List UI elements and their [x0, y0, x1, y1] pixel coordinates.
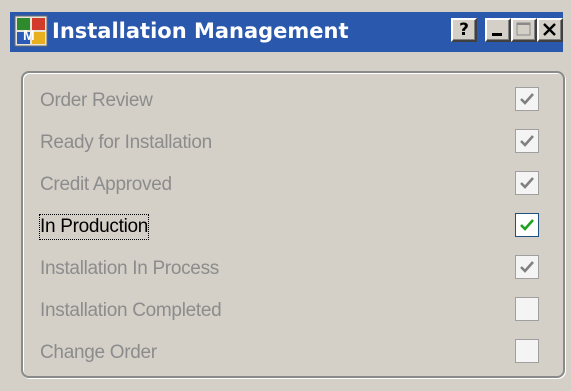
status-label: Installation Completed [40, 300, 222, 321]
minimize-button[interactable] [485, 18, 511, 42]
status-checkbox[interactable] [515, 171, 539, 195]
status-label[interactable]: In Production [38, 214, 150, 240]
maximize-button[interactable] [511, 18, 537, 42]
status-checkbox[interactable] [515, 87, 539, 111]
status-checkbox[interactable] [515, 339, 539, 363]
status-row-credit-approved: Credit Approved [23, 169, 563, 203]
status-row-in-production: In Production [23, 211, 563, 245]
checkmark-icon [520, 219, 534, 231]
checkmark-icon [520, 261, 534, 273]
checkmark-icon [520, 93, 534, 105]
status-checkbox[interactable] [515, 255, 539, 279]
status-label: Credit Approved [40, 174, 172, 195]
status-label: Installation In Process [40, 258, 219, 279]
status-row-installation-in-process: Installation In Process [23, 253, 563, 287]
close-button[interactable] [537, 18, 563, 42]
close-icon [543, 23, 556, 36]
checkmark-icon [520, 177, 534, 189]
checkmark-icon [520, 135, 534, 147]
status-label: Order Review [40, 90, 153, 111]
status-checkbox[interactable] [515, 297, 539, 321]
app-grid-icon: M [14, 15, 48, 47]
svg-text:M: M [23, 27, 35, 43]
status-checkbox[interactable] [515, 213, 539, 237]
minimize-icon [492, 33, 502, 36]
window-title: Installation Management [52, 19, 349, 43]
installation-management-window: M Installation Management ? Order Review… [0, 0, 571, 391]
status-row-installation-completed: Installation Completed [23, 295, 563, 329]
status-label: Change Order [40, 342, 157, 363]
help-icon: ? [459, 20, 469, 40]
maximize-icon [516, 22, 531, 36]
status-row-change-order: Change Order [23, 337, 563, 371]
status-row-ready-for-installation: Ready for Installation [23, 127, 563, 161]
help-button[interactable]: ? [451, 18, 477, 42]
status-row-order-review: Order Review [23, 85, 563, 119]
status-checkbox[interactable] [515, 129, 539, 153]
status-label: Ready for Installation [40, 132, 212, 153]
